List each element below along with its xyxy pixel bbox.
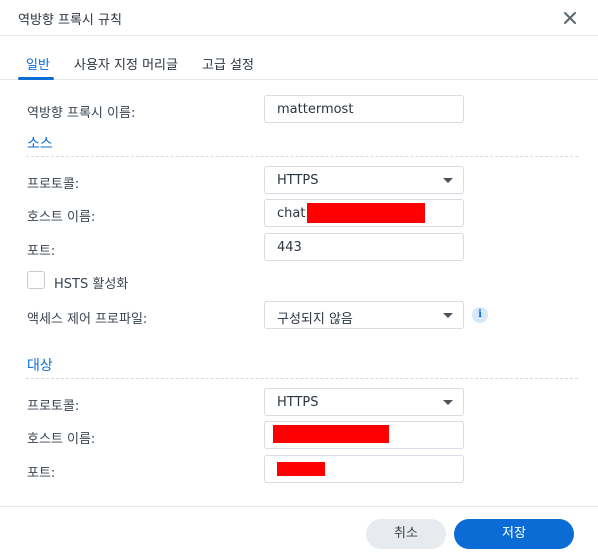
source-protocol-select[interactable]: HTTPS: [264, 166, 464, 194]
hsts-checkbox[interactable]: [27, 271, 45, 289]
source-divider: [26, 156, 578, 157]
destination-hostname-label: 호스트 이름:: [27, 432, 96, 447]
source-protocol-value: HTTPS: [277, 173, 319, 188]
destination-protocol-value: HTTPS: [277, 395, 319, 410]
source-port-value: 443: [277, 240, 302, 255]
dialog-titlebar: 역방향 프록시 규칙: [0, 0, 598, 36]
destination-protocol-label: 프로토콜:: [27, 399, 80, 414]
tab-bar: 일반 사용자 지정 머리글 고급 설정: [0, 36, 598, 80]
proxy-name-value: mattermost: [277, 102, 354, 117]
tab-custom-headers[interactable]: 사용자 지정 머리글: [74, 54, 178, 73]
proxy-name-label: 역방향 프록시 이름:: [27, 106, 136, 121]
save-button[interactable]: 저장: [454, 519, 574, 549]
destination-section-heading: 대상: [27, 358, 53, 374]
source-section-heading: 소스: [27, 136, 53, 152]
access-profile-select[interactable]: 구성되지 않음: [264, 301, 464, 329]
cancel-button[interactable]: 취소: [366, 519, 446, 549]
source-port-label: 포트:: [27, 244, 56, 259]
chevron-down-icon: [443, 400, 453, 405]
destination-port-input[interactable]: [264, 455, 464, 483]
tab-general[interactable]: 일반: [26, 54, 50, 73]
chevron-down-icon: [443, 178, 453, 183]
dialog-title: 역방향 프록시 규칙: [18, 13, 122, 28]
access-profile-label: 액세스 제어 프로파일:: [27, 312, 148, 327]
source-port-input[interactable]: 443: [264, 233, 464, 261]
source-hostname-value: chat.: [277, 206, 310, 221]
redacted-port-mark: [277, 462, 325, 476]
proxy-name-input[interactable]: mattermost: [264, 95, 464, 123]
source-hostname-input[interactable]: chat.: [264, 199, 464, 227]
dialog-footer: 취소 저장: [0, 506, 598, 554]
access-profile-value: 구성되지 않음: [277, 312, 353, 327]
redacted-hostname-mark: [273, 425, 389, 443]
active-tab-indicator: [18, 77, 54, 80]
destination-divider: [26, 378, 578, 379]
chevron-down-icon: [443, 313, 453, 318]
hsts-label: HSTS 활성화: [54, 277, 129, 292]
source-protocol-label: 프로토콜:: [27, 177, 80, 192]
source-hostname-label: 호스트 이름:: [27, 210, 96, 225]
close-icon[interactable]: [560, 8, 580, 28]
destination-protocol-select[interactable]: HTTPS: [264, 388, 464, 416]
destination-port-label: 포트:: [27, 466, 56, 481]
tab-advanced-settings[interactable]: 고급 설정: [202, 54, 254, 73]
redacted-hostname-mark: [307, 203, 425, 223]
info-icon[interactable]: i: [472, 307, 488, 323]
destination-hostname-input[interactable]: [264, 421, 464, 449]
